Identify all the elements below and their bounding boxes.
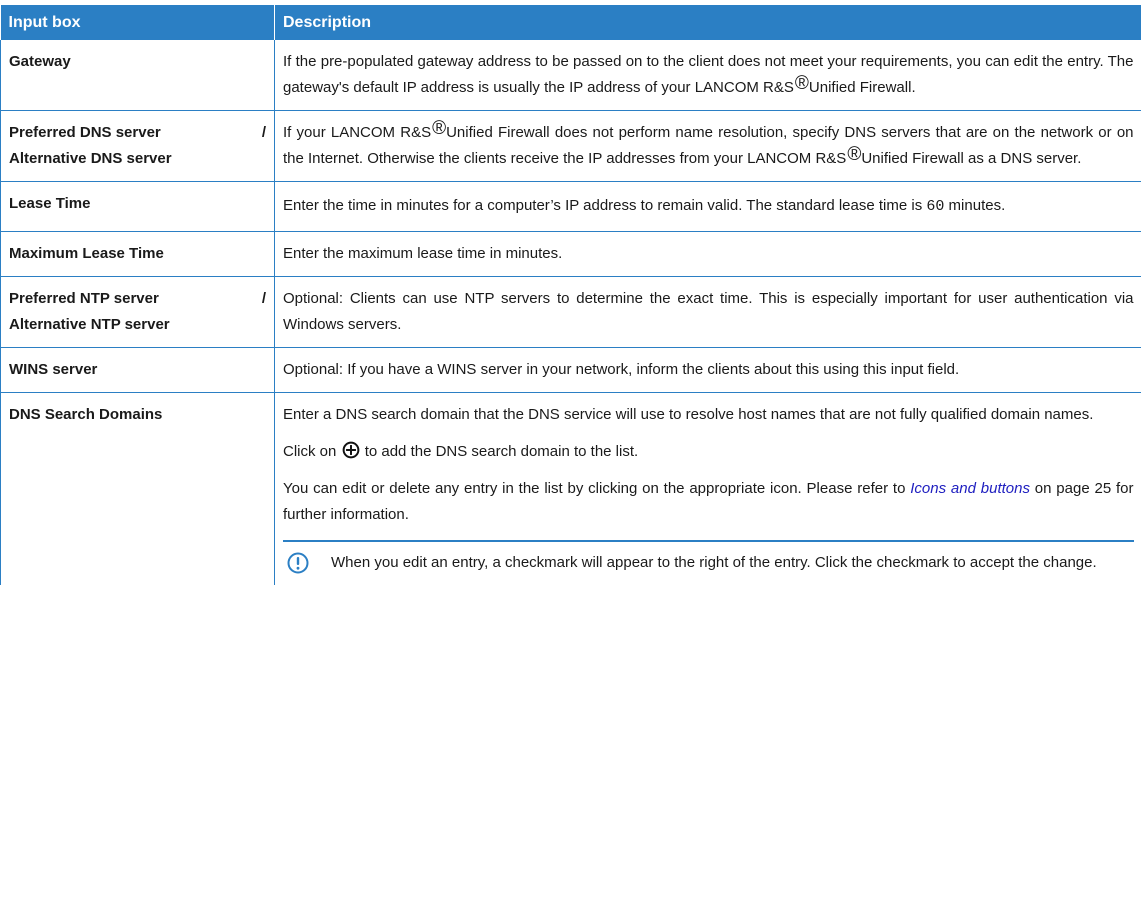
header-input-box: Input box xyxy=(0,5,275,40)
row-desc-dns: If your LANCOM R&S®Unified Firewall does… xyxy=(274,110,1141,182)
desc-paragraph: You can edit or delete any entry in the … xyxy=(283,476,1134,528)
table-row: WINS server Optional: If you have a WINS… xyxy=(0,347,1141,393)
registered-mark: ® xyxy=(432,118,447,139)
desc-text: Click on xyxy=(283,443,341,460)
row-desc-gateway: If the pre-populated gateway address to … xyxy=(274,40,1141,111)
table-row: Maximum Lease Time Enter the maximum lea… xyxy=(0,231,1141,277)
label-slash: / xyxy=(261,290,266,307)
info-note-icon xyxy=(287,552,309,574)
desc-paragraph: Click on to add the DNS search domain to… xyxy=(283,439,1134,465)
note-text: When you edit an entry, a checkmark will… xyxy=(331,554,1097,571)
header-description: Description xyxy=(274,5,1141,40)
row-desc-ntp: Optional: Clients can use NTP servers to… xyxy=(274,276,1141,348)
desc-paragraph: Enter a DNS search domain that the DNS s… xyxy=(283,406,1094,423)
icons-and-buttons-link[interactable]: Icons and buttons xyxy=(910,480,1030,497)
desc-text: Unified Firewall. xyxy=(808,79,916,96)
table-row: DNS Search Domains Enter a DNS search do… xyxy=(0,392,1141,586)
table-row: Preferred DNS server / Alternative DNS se… xyxy=(0,110,1141,182)
desc-text: If the pre-populated gateway address to … xyxy=(283,53,1134,96)
desc-text: You can edit or delete any entry in the … xyxy=(283,480,911,497)
row-label-wins: WINS server xyxy=(0,347,275,393)
row-desc-lease-time: Enter the time in minutes for a computer… xyxy=(274,181,1141,232)
label-line: Alternative NTP server xyxy=(9,316,170,333)
note-box: When you edit an entry, a checkmark will… xyxy=(283,540,1134,576)
row-label-gateway: Gateway xyxy=(0,40,275,111)
registered-mark: ® xyxy=(794,73,809,94)
label-line: Alternative DNS server xyxy=(9,150,172,167)
desc-text: Enter the time in minutes for a computer… xyxy=(283,197,927,214)
label-slash: / xyxy=(261,124,266,141)
row-desc-max-lease-time: Enter the maximum lease time in minutes. xyxy=(274,231,1141,277)
row-desc-wins: Optional: If you have a WINS server in y… xyxy=(274,347,1141,393)
table-row: Gateway If the pre-populated gateway add… xyxy=(0,40,1141,111)
plus-circle-icon xyxy=(342,441,359,459)
row-label-max-lease-time: Maximum Lease Time xyxy=(0,231,275,277)
row-desc-dns-search-domains: Enter a DNS search domain that the DNS s… xyxy=(275,393,1141,586)
desc-text: If your LANCOM R&S xyxy=(283,124,432,141)
label-line: Preferred DNS server xyxy=(9,124,161,141)
table-row: Lease Time Enter the time in minutes for… xyxy=(0,181,1141,232)
dhcp-settings-table: Input box Description Gateway If the pre… xyxy=(0,5,1141,585)
row-label-ntp: Preferred NTP server / Alternative NTP se… xyxy=(0,276,275,348)
lease-default-value: 60 xyxy=(926,198,945,215)
table-row: Preferred NTP server / Alternative NTP se… xyxy=(0,276,1141,348)
desc-text: minutes. xyxy=(944,197,1006,214)
row-label-lease-time: Lease Time xyxy=(0,181,275,232)
table-header-row: Input box Description xyxy=(0,5,1141,40)
registered-mark: ® xyxy=(847,144,862,165)
row-label-dns: Preferred DNS server / Alternative DNS se… xyxy=(0,110,275,182)
label-line: Preferred NTP server xyxy=(9,290,159,307)
row-label-dns-search-domains: DNS Search Domains xyxy=(0,392,275,585)
desc-text: Unified Firewall as a DNS server. xyxy=(861,150,1082,167)
desc-text: to add the DNS search domain to the list… xyxy=(360,443,639,460)
